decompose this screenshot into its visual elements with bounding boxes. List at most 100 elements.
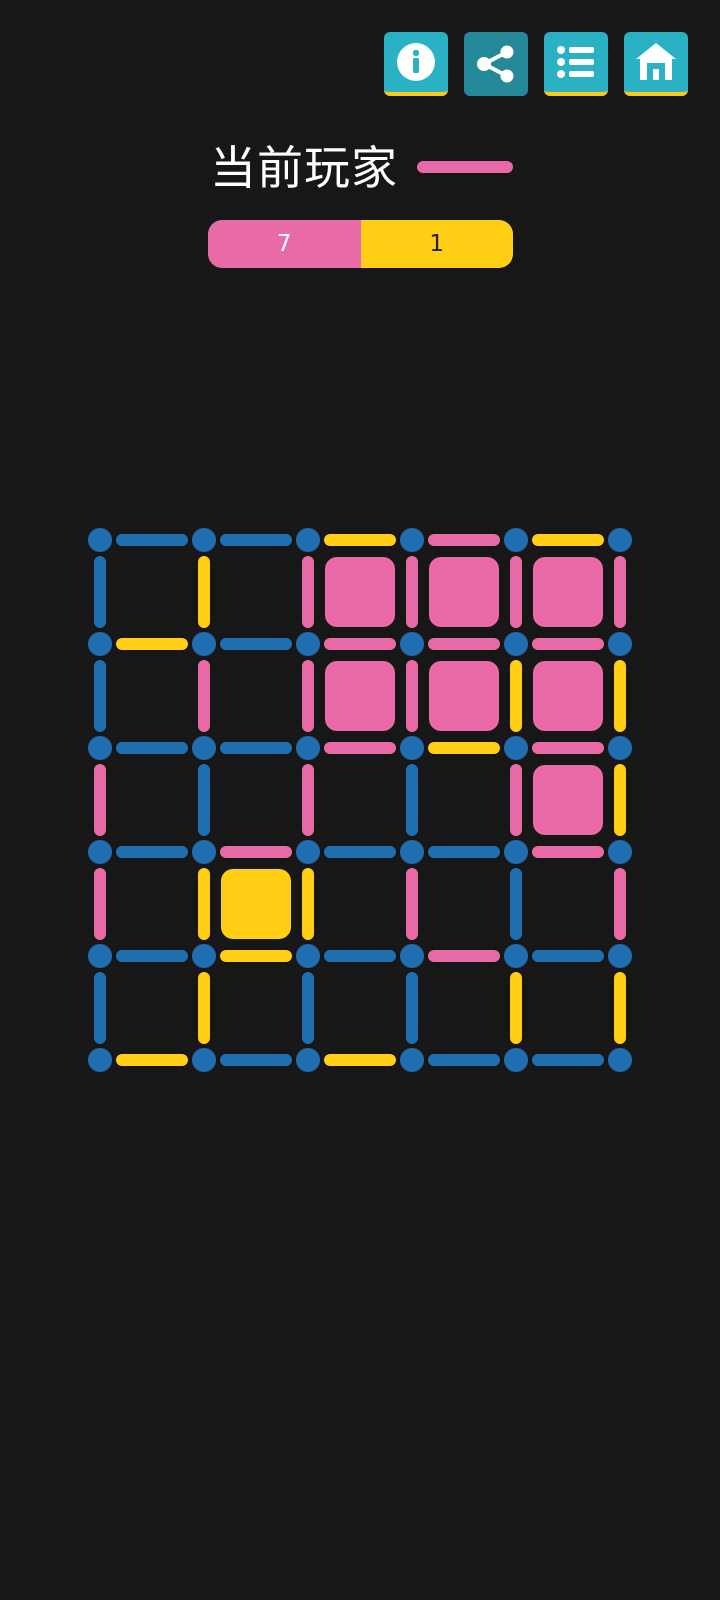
grid-dot-r0c1 [192, 528, 216, 552]
v-edge-player1-r3c0[interactable] [94, 868, 106, 940]
v-edge-player2-r4c1[interactable] [198, 972, 210, 1044]
h-edge-neutral-r2c1[interactable] [220, 742, 292, 754]
v-edge-player1-r2c2[interactable] [302, 764, 314, 836]
h-edge-player1-r0c3[interactable] [428, 534, 500, 546]
h-edge-player1-r1c4[interactable] [532, 638, 604, 650]
box-player1-r0c2 [325, 557, 395, 627]
v-edge-neutral-r2c3[interactable] [406, 764, 418, 836]
v-edge-player1-r1c2[interactable] [302, 660, 314, 732]
h-edge-player1-r3c4[interactable] [532, 846, 604, 858]
h-edge-neutral-r3c2[interactable] [324, 846, 396, 858]
v-edge-player1-r3c5[interactable] [614, 868, 626, 940]
h-edge-player1-r1c2[interactable] [324, 638, 396, 650]
v-edge-neutral-r0c0[interactable] [94, 556, 106, 628]
v-edge-player2-r1c5[interactable] [614, 660, 626, 732]
grid-dot-r3c0 [88, 840, 112, 864]
grid-dot-r1c5 [608, 632, 632, 656]
grid-dot-r3c5 [608, 840, 632, 864]
grid-dot-r2c5 [608, 736, 632, 760]
grid-dot-r4c0 [88, 944, 112, 968]
v-edge-player1-r1c3[interactable] [406, 660, 418, 732]
game-board [88, 528, 632, 1072]
grid-dot-r5c1 [192, 1048, 216, 1072]
box-player2-r3c1 [221, 869, 291, 939]
grid-dot-r1c0 [88, 632, 112, 656]
h-edge-player1-r2c2[interactable] [324, 742, 396, 754]
grid-dot-r4c2 [296, 944, 320, 968]
h-edge-player2-r2c3[interactable] [428, 742, 500, 754]
h-edge-neutral-r2c0[interactable] [116, 742, 188, 754]
h-edge-player2-r5c0[interactable] [116, 1054, 188, 1066]
grid-dot-r2c4 [504, 736, 528, 760]
v-edge-player2-r0c1[interactable] [198, 556, 210, 628]
h-edge-neutral-r1c1[interactable] [220, 638, 292, 650]
grid-dot-r0c0 [88, 528, 112, 552]
h-edge-neutral-r3c0[interactable] [116, 846, 188, 858]
h-edge-player1-r2c4[interactable] [532, 742, 604, 754]
v-edge-neutral-r3c4[interactable] [510, 868, 522, 940]
h-edge-player2-r4c1[interactable] [220, 950, 292, 962]
h-edge-neutral-r4c2[interactable] [324, 950, 396, 962]
grid-dot-r0c4 [504, 528, 528, 552]
grid-dot-r5c3 [400, 1048, 424, 1072]
box-player1-r1c2 [325, 661, 395, 731]
h-edge-neutral-r5c3[interactable] [428, 1054, 500, 1066]
grid-dot-r1c3 [400, 632, 424, 656]
v-edge-player1-r0c2[interactable] [302, 556, 314, 628]
grid-dot-r3c4 [504, 840, 528, 864]
grid-dot-r2c2 [296, 736, 320, 760]
h-edge-player1-r1c3[interactable] [428, 638, 500, 650]
h-edge-player2-r0c2[interactable] [324, 534, 396, 546]
grid-dot-r1c4 [504, 632, 528, 656]
v-edge-player1-r3c3[interactable] [406, 868, 418, 940]
v-edge-player1-r2c4[interactable] [510, 764, 522, 836]
h-edge-player2-r5c2[interactable] [324, 1054, 396, 1066]
grid-dot-r2c3 [400, 736, 424, 760]
v-edge-neutral-r4c3[interactable] [406, 972, 418, 1044]
grid-dot-r4c1 [192, 944, 216, 968]
h-edge-neutral-r5c1[interactable] [220, 1054, 292, 1066]
box-player1-r1c4 [533, 661, 603, 731]
grid-dot-r1c1 [192, 632, 216, 656]
box-player1-r1c3 [429, 661, 499, 731]
box-player1-r0c4 [533, 557, 603, 627]
grid-dot-r0c2 [296, 528, 320, 552]
grid-dot-r5c0 [88, 1048, 112, 1072]
v-edge-neutral-r4c2[interactable] [302, 972, 314, 1044]
v-edge-player1-r0c5[interactable] [614, 556, 626, 628]
v-edge-player1-r2c0[interactable] [94, 764, 106, 836]
grid-dot-r4c3 [400, 944, 424, 968]
h-edge-neutral-r5c4[interactable] [532, 1054, 604, 1066]
grid-dot-r2c1 [192, 736, 216, 760]
v-edge-player2-r1c4[interactable] [510, 660, 522, 732]
v-edge-player1-r1c1[interactable] [198, 660, 210, 732]
h-edge-neutral-r0c0[interactable] [116, 534, 188, 546]
v-edge-player1-r0c4[interactable] [510, 556, 522, 628]
v-edge-player2-r3c2[interactable] [302, 868, 314, 940]
grid-dot-r1c2 [296, 632, 320, 656]
v-edge-neutral-r1c0[interactable] [94, 660, 106, 732]
h-edge-neutral-r3c3[interactable] [428, 846, 500, 858]
h-edge-player1-r4c3[interactable] [428, 950, 500, 962]
v-edge-player2-r3c1[interactable] [198, 868, 210, 940]
h-edge-player2-r0c4[interactable] [532, 534, 604, 546]
v-edge-player2-r4c5[interactable] [614, 972, 626, 1044]
grid-dot-r0c5 [608, 528, 632, 552]
h-edge-neutral-r4c0[interactable] [116, 950, 188, 962]
grid-dot-r3c3 [400, 840, 424, 864]
grid-dot-r2c0 [88, 736, 112, 760]
grid-dot-r3c1 [192, 840, 216, 864]
h-edge-player1-r3c1[interactable] [220, 846, 292, 858]
h-edge-neutral-r4c4[interactable] [532, 950, 604, 962]
grid-dot-r5c4 [504, 1048, 528, 1072]
grid-dot-r3c2 [296, 840, 320, 864]
grid-dot-r4c4 [504, 944, 528, 968]
v-edge-player2-r2c5[interactable] [614, 764, 626, 836]
h-edge-neutral-r0c1[interactable] [220, 534, 292, 546]
box-player1-r0c3 [429, 557, 499, 627]
v-edge-neutral-r4c0[interactable] [94, 972, 106, 1044]
v-edge-neutral-r2c1[interactable] [198, 764, 210, 836]
h-edge-player2-r1c0[interactable] [116, 638, 188, 650]
v-edge-player1-r0c3[interactable] [406, 556, 418, 628]
v-edge-player2-r4c4[interactable] [510, 972, 522, 1044]
